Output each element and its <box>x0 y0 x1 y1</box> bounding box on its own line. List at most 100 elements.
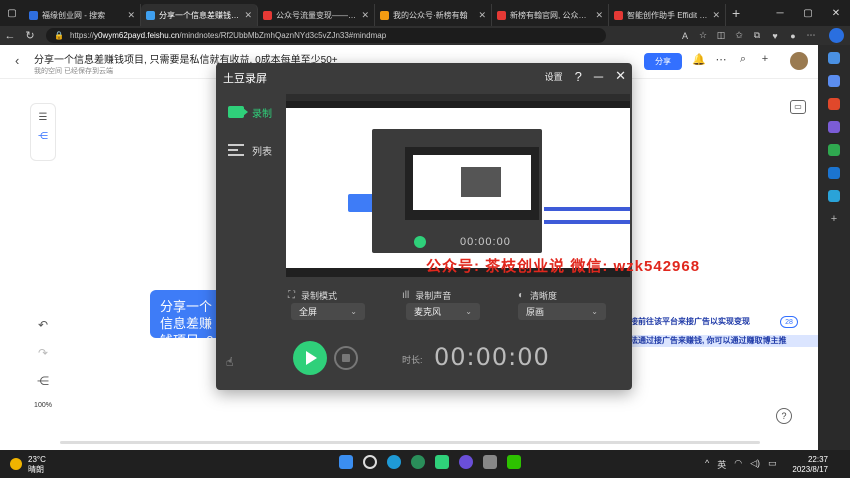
shopping-icon[interactable] <box>828 75 840 87</box>
back-arrow-icon[interactable]: ‹ <box>15 53 19 68</box>
audio-select[interactable]: 麦克风 ⌄ <box>406 303 480 320</box>
outlook-icon[interactable] <box>828 167 840 179</box>
more-icon[interactable]: ⋯ <box>710 53 732 66</box>
chevron-up-icon[interactable]: ^ <box>705 458 709 471</box>
share-button[interactable]: 分享 <box>644 53 682 70</box>
horizontal-scrollbar[interactable] <box>60 441 760 444</box>
child-count-badge[interactable]: 28 <box>780 316 798 328</box>
comment-icon[interactable]: ▭ <box>790 100 806 114</box>
search-icon[interactable] <box>363 455 377 469</box>
battery-icon[interactable]: ▭ <box>768 458 777 471</box>
minimize-icon[interactable]: ─ <box>766 0 794 26</box>
close-icon[interactable]: ✕ <box>615 68 626 84</box>
system-tray: ^ 英 ◠ ◁) ▭ <box>705 458 785 471</box>
browser-tab[interactable]: 我的公众号·新榜有翰 ✕ <box>375 4 492 26</box>
weather-icon[interactable] <box>10 458 22 470</box>
duration-timer: 00:00:00 <box>434 343 550 371</box>
browser-tab-active[interactable]: 分享一个信息差赚钱项目, ✕ <box>141 4 258 26</box>
tab-title: 我的公众号·新榜有翰 <box>393 10 468 20</box>
mindmap-node-text-selected[interactable]: 法通过接广告来赚钱, 你可以通过赚取博主推 <box>630 335 818 347</box>
mindmap-view-icon[interactable]: ⋲ <box>31 131 55 142</box>
nav-record[interactable]: 录制 <box>216 93 284 131</box>
back-icon[interactable]: ← <box>0 30 20 42</box>
favorites-icon[interactable]: ✩ <box>730 30 748 41</box>
browser-tab[interactable]: 公众号流量变现——新榜有 ✕ <box>258 4 375 26</box>
help-icon[interactable]: ? <box>575 69 582 84</box>
collections-icon[interactable]: ⧉ <box>748 30 766 41</box>
minimize-icon[interactable]: ─ <box>594 69 603 84</box>
preview-text-line <box>544 220 630 224</box>
close-window-icon[interactable]: ✕ <box>822 0 850 26</box>
extensions-icon[interactable]: ♥ <box>766 31 784 41</box>
bell-icon[interactable]: 🔔 <box>688 53 710 66</box>
edge-icon[interactable] <box>387 455 401 469</box>
url-field[interactable]: 🔒 https://y0wym62payd.feishu.cn/mindnote… <box>46 28 606 43</box>
settings-button[interactable]: 设置 <box>545 70 563 83</box>
stop-record-button[interactable] <box>334 346 358 370</box>
list-icon <box>228 144 244 156</box>
start-record-button[interactable] <box>293 341 327 375</box>
search-sidebar-icon[interactable] <box>828 52 840 64</box>
tab-favicon <box>614 10 623 20</box>
help-icon[interactable]: ? <box>776 408 792 424</box>
browser-tab[interactable]: 福缘创业网 - 搜索 ✕ <box>24 4 141 26</box>
tools-icon[interactable] <box>828 98 840 110</box>
recorder-nav: 录制 列表 <box>216 93 284 169</box>
undo-icon[interactable]: ↶ <box>30 318 56 332</box>
favorite-icon[interactable]: ☆ <box>694 30 712 41</box>
office-icon[interactable] <box>828 144 840 156</box>
outline-view-icon[interactable]: ☰ <box>31 112 55 123</box>
address-bar: ← ↻ 🔒 https://y0wym62payd.feishu.cn/mind… <box>0 26 850 45</box>
nav-list[interactable]: 列表 <box>216 131 284 169</box>
tab-close-icon[interactable]: ✕ <box>712 10 720 21</box>
profile-icon[interactable]: ● <box>784 31 802 41</box>
layout-icon[interactable]: ⋲ <box>30 374 56 388</box>
zoom-level[interactable]: 100% <box>30 402 56 409</box>
tab-close-icon[interactable]: ✕ <box>478 10 486 21</box>
player-icon[interactable] <box>459 455 473 469</box>
read-aloud-icon[interactable]: A <box>676 31 694 41</box>
window-menu-icon[interactable]: ▢ <box>0 0 24 26</box>
tab-close-icon[interactable]: ✕ <box>127 10 135 21</box>
weather-widget[interactable]: 23°C 晴朗 <box>28 455 46 475</box>
maximize-icon[interactable]: ▢ <box>794 0 822 26</box>
split-screen-icon[interactable]: ◫ <box>712 30 730 41</box>
add-icon[interactable]: + <box>828 213 840 225</box>
more-icon[interactable]: ⋯ <box>802 30 820 41</box>
record-mode-value: 全屏 <box>299 307 318 317</box>
chrome-icon[interactable] <box>411 455 425 469</box>
browser-tab[interactable]: 智能创作助手 Effidit | AI智 ✕ <box>609 4 726 26</box>
url-prefix: https:// <box>69 31 94 40</box>
view-switcher: ☰ ⋲ <box>30 103 56 161</box>
quality-select[interactable]: 原画 ⌄ <box>518 303 606 320</box>
volume-icon[interactable]: ◁) <box>750 458 760 471</box>
tab-close-icon[interactable]: ✕ <box>595 10 603 21</box>
ime-indicator[interactable]: 英 <box>717 458 726 471</box>
tab-close-icon[interactable]: ✕ <box>244 10 252 21</box>
tab-favicon <box>497 10 506 20</box>
fullscreen-icon: ⛶ <box>288 290 295 301</box>
recorder-app-icon[interactable] <box>435 455 449 469</box>
browser-tab[interactable]: 新榜有翰官网, 公众号流量 ✕ <box>492 4 609 26</box>
search-icon[interactable]: ⌕ <box>732 53 754 66</box>
send-icon[interactable] <box>828 190 840 202</box>
record-mode-select[interactable]: 全屏 ⌄ <box>291 303 365 320</box>
refresh-icon[interactable]: ↻ <box>20 29 40 42</box>
start-icon[interactable] <box>339 455 353 469</box>
new-tab-button[interactable]: + <box>732 5 740 21</box>
tab-close-icon[interactable]: ✕ <box>361 10 369 21</box>
avatar[interactable] <box>790 52 808 70</box>
system-clock[interactable]: 22:37 2023/8/17 <box>792 455 828 475</box>
games-icon[interactable] <box>828 121 840 133</box>
pointer-icon[interactable]: ☝ <box>226 355 233 369</box>
tab-title: 公众号流量变现——新榜有 <box>276 10 357 20</box>
add-icon[interactable]: + <box>754 53 776 66</box>
quality-label: 清晰度 <box>530 291 558 301</box>
bing-copilot-icon[interactable] <box>829 28 844 43</box>
edge-sidebar: + <box>818 45 850 450</box>
screen-tool-icon[interactable] <box>483 455 497 469</box>
wifi-icon[interactable]: ◠ <box>734 458 742 471</box>
mindmap-node-text[interactable]: 接前往该平台来接广告以实现变现 <box>630 316 750 327</box>
redo-icon[interactable]: ↷ <box>30 346 56 360</box>
wechat-icon[interactable] <box>507 455 521 469</box>
